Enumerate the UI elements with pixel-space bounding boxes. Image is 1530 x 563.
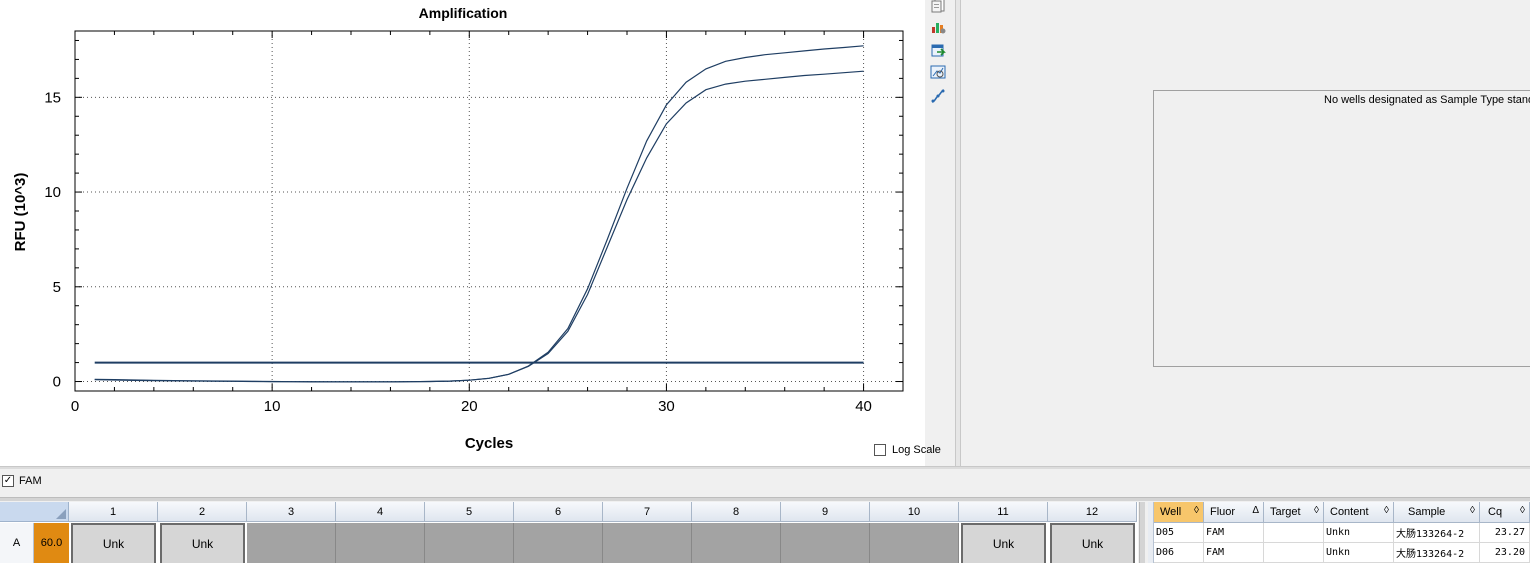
gradient-temperature: 60.0 xyxy=(34,523,69,563)
chart-title: Amplification xyxy=(419,5,508,21)
result-target[interactable] xyxy=(1264,523,1324,543)
sort-icon: ◊ xyxy=(1194,505,1199,516)
chart-toolbar xyxy=(928,0,950,110)
y-axis-label: RFU (10^3) xyxy=(12,173,29,252)
plate-select-all[interactable] xyxy=(0,502,69,522)
sort-icon: ◊ xyxy=(1384,505,1389,516)
sort-icon: Δ xyxy=(1252,505,1259,516)
horizontal-splitter-lower[interactable] xyxy=(0,497,1530,501)
result-well[interactable]: D06 xyxy=(1154,543,1204,563)
y-tick-label: 10 xyxy=(44,184,61,201)
plate-well[interactable] xyxy=(425,523,514,563)
copy-icon[interactable] xyxy=(928,0,948,14)
result-cq[interactable]: 23.20 xyxy=(1480,543,1530,563)
column-header-fluor[interactable]: Fluor Δ xyxy=(1204,502,1264,523)
plate-well[interactable]: Unk xyxy=(160,523,245,563)
export-icon[interactable] xyxy=(928,41,948,59)
chart-settings-icon[interactable] xyxy=(928,18,948,36)
result-sample[interactable]: 大肠133264-2 xyxy=(1394,523,1480,543)
vertical-splitter-lower[interactable] xyxy=(1139,502,1145,563)
sort-icon: ◊ xyxy=(1314,505,1319,516)
plate-column-header[interactable]: 3 xyxy=(247,502,336,522)
plate-well[interactable] xyxy=(514,523,603,563)
plate-column-header[interactable]: 12 xyxy=(1048,502,1137,522)
plate-column-header[interactable]: 8 xyxy=(692,502,781,522)
log-scale-label: Log Scale xyxy=(892,444,941,456)
plate-well[interactable]: Unk xyxy=(71,523,156,563)
plate-column-header[interactable]: 1 xyxy=(69,502,158,522)
result-well[interactable]: D05 xyxy=(1154,523,1204,543)
zoom-icon[interactable] xyxy=(928,63,948,81)
plate-column-header[interactable]: 2 xyxy=(158,502,247,522)
x-tick-label: 10 xyxy=(264,398,281,415)
plate-well[interactable] xyxy=(603,523,692,563)
plate-column-header[interactable]: 11 xyxy=(959,502,1048,522)
vertical-splitter[interactable] xyxy=(955,0,961,466)
plate-well[interactable] xyxy=(870,523,959,563)
x-tick-label: 0 xyxy=(71,398,79,415)
plate-view: 1 2 3 4 5 6 7 8 9 10 11 12 A 60.0 Unk Un… xyxy=(0,502,1138,563)
plate-well[interactable] xyxy=(247,523,336,563)
fluorophore-bar: ✓ FAM xyxy=(0,469,1530,497)
sort-icon: ◊ xyxy=(1520,505,1525,516)
standard-curve-box: No wells designated as Sample Type stand… xyxy=(1153,90,1530,367)
plot-area xyxy=(74,30,904,392)
results-table: Well ◊ Fluor Δ Target ◊ Content ◊ Sample ◊ Cq… xyxy=(1148,502,1530,563)
plate-well[interactable]: Unk xyxy=(961,523,1046,563)
y-tick-label: 0 xyxy=(53,374,61,391)
amplification-chart[interactable]: 0 10 20 30 40 0 5 10 15 Amplification Cycles RFU (1… xyxy=(0,0,925,466)
plate-row-header[interactable]: A xyxy=(0,523,34,563)
fluor-fam-label: FAM xyxy=(19,475,42,487)
x-axis-label: Cycles xyxy=(465,435,513,452)
result-cq[interactable]: 23.27 xyxy=(1480,523,1530,543)
curve-icon[interactable] xyxy=(928,87,948,105)
plate-well[interactable] xyxy=(336,523,425,563)
column-header-content[interactable]: Content ◊ xyxy=(1324,502,1394,523)
y-tick-label: 15 xyxy=(44,89,61,106)
result-sample[interactable]: 大肠133264-2 xyxy=(1394,543,1480,563)
x-tick-label: 40 xyxy=(855,398,872,415)
plate-column-header[interactable]: 4 xyxy=(336,502,425,522)
column-header-cq[interactable]: Cq ◊ xyxy=(1480,502,1530,523)
log-scale-checkbox[interactable] xyxy=(874,444,886,456)
y-tick-label: 5 xyxy=(53,279,61,296)
fluor-fam-toggle[interactable]: ✓ FAM xyxy=(2,475,42,487)
plate-column-header[interactable]: 6 xyxy=(514,502,603,522)
plate-well[interactable] xyxy=(781,523,870,563)
x-tick-label: 30 xyxy=(658,398,675,415)
standard-curve-message: No wells designated as Sample Type stand… xyxy=(1324,94,1530,106)
result-content[interactable]: Unkn xyxy=(1324,543,1394,563)
plate-well[interactable]: Unk xyxy=(1050,523,1135,563)
plate-column-header[interactable]: 10 xyxy=(870,502,959,522)
result-fluor[interactable]: FAM xyxy=(1204,523,1264,543)
result-content[interactable]: Unkn xyxy=(1324,523,1394,543)
plate-column-header[interactable]: 5 xyxy=(425,502,514,522)
result-target[interactable] xyxy=(1264,543,1324,563)
column-header-well[interactable]: Well ◊ xyxy=(1154,502,1204,523)
fluor-fam-checkbox[interactable]: ✓ xyxy=(2,475,14,487)
column-header-target[interactable]: Target ◊ xyxy=(1264,502,1324,523)
result-fluor[interactable]: FAM xyxy=(1204,543,1264,563)
plate-column-header[interactable]: 7 xyxy=(603,502,692,522)
plate-column-header[interactable]: 9 xyxy=(781,502,870,522)
plate-well[interactable] xyxy=(692,523,781,563)
x-tick-label: 20 xyxy=(461,398,478,415)
amplification-chart-panel: 0 10 20 30 40 0 5 10 15 Amplification Cycles RFU (1… xyxy=(0,0,925,466)
standard-curve-panel: No wells designated as Sample Type stand… xyxy=(962,0,1530,466)
log-scale-toggle[interactable]: Log Scale xyxy=(874,444,941,456)
sort-icon: ◊ xyxy=(1470,505,1475,516)
column-header-sample[interactable]: Sample ◊ xyxy=(1394,502,1480,523)
